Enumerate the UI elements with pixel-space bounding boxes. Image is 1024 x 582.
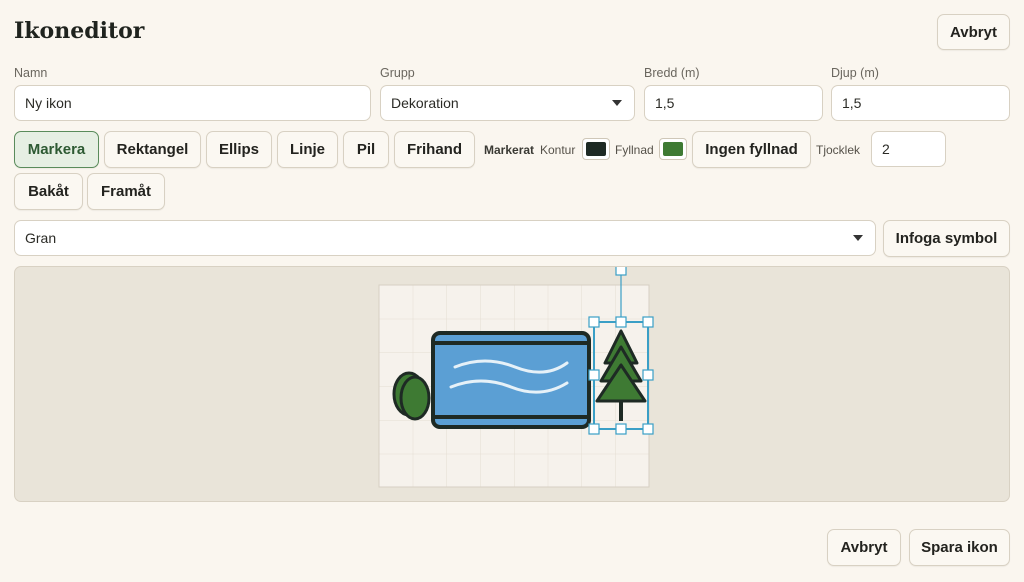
tool-line-button[interactable]: Linje: [277, 131, 338, 168]
resize-handle[interactable]: [642, 316, 654, 328]
stroke-color-swatch[interactable]: [582, 138, 610, 160]
name-input-value: Ny ikon: [25, 95, 72, 111]
stroke-color-fill: [586, 142, 606, 156]
thickness-input-value: 2: [882, 141, 890, 157]
pool-shape[interactable]: [431, 331, 591, 429]
depth-input[interactable]: 1,5: [831, 85, 1010, 121]
group-select[interactable]: Dekoration: [380, 85, 635, 121]
fill-label: Fyllnad: [615, 143, 654, 157]
canvas-area[interactable]: [14, 266, 1010, 502]
symbol-select[interactable]: Gran: [14, 220, 876, 256]
stroke-label: Kontur: [540, 143, 576, 157]
tool-arrow-button[interactable]: Pil: [343, 131, 389, 168]
resize-handle[interactable]: [642, 369, 654, 381]
chevron-down-icon: [853, 235, 863, 241]
resize-handle[interactable]: [615, 316, 627, 328]
resize-handle[interactable]: [588, 316, 600, 328]
insert-symbol-button[interactable]: Infoga symbol: [883, 220, 1010, 257]
tool-freehand-button[interactable]: Frihand: [394, 131, 475, 168]
resize-handle[interactable]: [615, 423, 627, 435]
tool-rectangle-button[interactable]: Rektangel: [104, 131, 201, 168]
fill-color-fill: [663, 142, 683, 156]
footer-cancel-button[interactable]: Avbryt: [827, 529, 901, 566]
selected-label: Markerat: [484, 143, 535, 157]
tool-ellipse-button[interactable]: Ellips: [206, 131, 272, 168]
fill-color-swatch[interactable]: [659, 138, 687, 160]
rotate-handle[interactable]: [615, 267, 627, 276]
depth-label: Djup (m): [831, 66, 879, 80]
undo-button[interactable]: Bakåt: [14, 173, 83, 210]
thickness-input[interactable]: 2: [871, 131, 946, 167]
save-icon-button[interactable]: Spara ikon: [909, 529, 1010, 566]
width-input-value: 1,5: [655, 95, 675, 111]
tool-select-button[interactable]: Markera: [14, 131, 99, 168]
name-label: Namn: [14, 66, 48, 80]
bush-shape[interactable]: [392, 371, 431, 421]
no-fill-button[interactable]: Ingen fyllnad: [692, 131, 811, 168]
page-title: Ikoneditor: [14, 18, 145, 44]
resize-handle[interactable]: [642, 423, 654, 435]
resize-handle[interactable]: [588, 423, 600, 435]
width-input[interactable]: 1,5: [644, 85, 823, 121]
group-label: Grupp: [380, 66, 415, 80]
name-input[interactable]: Ny ikon: [14, 85, 371, 121]
depth-input-value: 1,5: [842, 95, 862, 111]
width-label: Bredd (m): [644, 66, 700, 80]
group-select-value: Dekoration: [391, 95, 459, 111]
chevron-down-icon: [612, 100, 622, 106]
drawing-canvas[interactable]: [15, 267, 1011, 503]
symbol-select-value: Gran: [25, 230, 57, 246]
resize-handle[interactable]: [588, 369, 600, 381]
redo-button[interactable]: Framåt: [87, 173, 165, 210]
thickness-label: Tjocklek: [816, 143, 861, 157]
header-cancel-button[interactable]: Avbryt: [937, 14, 1010, 50]
